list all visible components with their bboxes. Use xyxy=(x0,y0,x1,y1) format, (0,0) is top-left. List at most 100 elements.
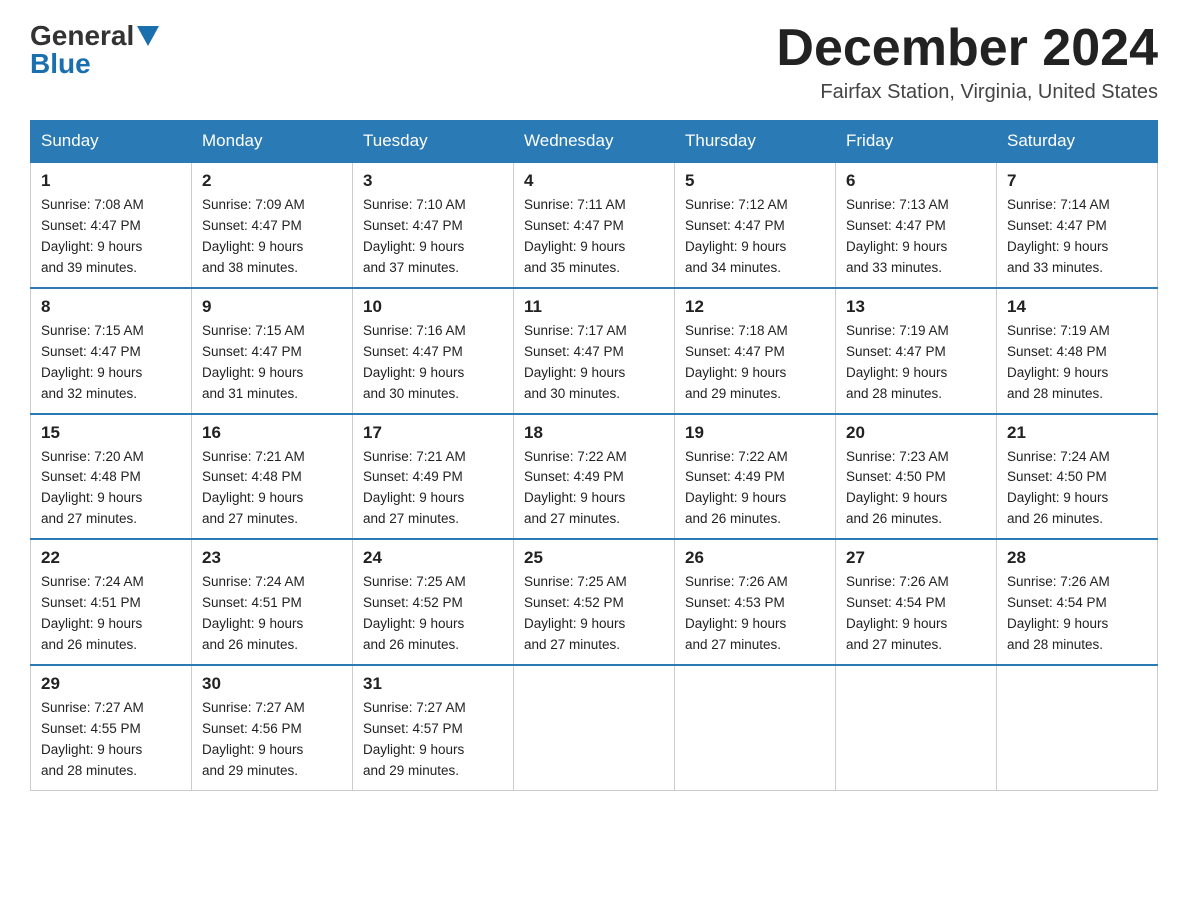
day-info: Sunrise: 7:17 AM Sunset: 4:47 PM Dayligh… xyxy=(524,321,664,405)
header-wednesday: Wednesday xyxy=(514,121,675,163)
calendar-cell: 11 Sunrise: 7:17 AM Sunset: 4:47 PM Dayl… xyxy=(514,288,675,414)
calendar-cell: 18 Sunrise: 7:22 AM Sunset: 4:49 PM Dayl… xyxy=(514,414,675,540)
day-number: 18 xyxy=(524,423,664,443)
calendar-cell: 20 Sunrise: 7:23 AM Sunset: 4:50 PM Dayl… xyxy=(836,414,997,540)
calendar-cell: 6 Sunrise: 7:13 AM Sunset: 4:47 PM Dayli… xyxy=(836,162,997,288)
week-row-3: 15 Sunrise: 7:20 AM Sunset: 4:48 PM Dayl… xyxy=(31,414,1158,540)
week-row-2: 8 Sunrise: 7:15 AM Sunset: 4:47 PM Dayli… xyxy=(31,288,1158,414)
day-info: Sunrise: 7:13 AM Sunset: 4:47 PM Dayligh… xyxy=(846,195,986,279)
day-number: 23 xyxy=(202,548,342,568)
day-info: Sunrise: 7:27 AM Sunset: 4:56 PM Dayligh… xyxy=(202,698,342,782)
day-info: Sunrise: 7:15 AM Sunset: 4:47 PM Dayligh… xyxy=(41,321,181,405)
day-number: 4 xyxy=(524,171,664,191)
day-number: 22 xyxy=(41,548,181,568)
header-thursday: Thursday xyxy=(675,121,836,163)
calendar-cell: 10 Sunrise: 7:16 AM Sunset: 4:47 PM Dayl… xyxy=(353,288,514,414)
header-saturday: Saturday xyxy=(997,121,1158,163)
calendar-cell: 31 Sunrise: 7:27 AM Sunset: 4:57 PM Dayl… xyxy=(353,665,514,790)
day-info: Sunrise: 7:21 AM Sunset: 4:48 PM Dayligh… xyxy=(202,447,342,531)
day-number: 11 xyxy=(524,297,664,317)
day-number: 7 xyxy=(1007,171,1147,191)
day-number: 27 xyxy=(846,548,986,568)
calendar-cell: 29 Sunrise: 7:27 AM Sunset: 4:55 PM Dayl… xyxy=(31,665,192,790)
calendar-cell: 7 Sunrise: 7:14 AM Sunset: 4:47 PM Dayli… xyxy=(997,162,1158,288)
days-header-row: Sunday Monday Tuesday Wednesday Thursday… xyxy=(31,121,1158,163)
day-info: Sunrise: 7:22 AM Sunset: 4:49 PM Dayligh… xyxy=(685,447,825,531)
day-info: Sunrise: 7:24 AM Sunset: 4:51 PM Dayligh… xyxy=(202,572,342,656)
day-info: Sunrise: 7:16 AM Sunset: 4:47 PM Dayligh… xyxy=(363,321,503,405)
day-info: Sunrise: 7:27 AM Sunset: 4:55 PM Dayligh… xyxy=(41,698,181,782)
calendar-cell: 30 Sunrise: 7:27 AM Sunset: 4:56 PM Dayl… xyxy=(192,665,353,790)
calendar-cell: 4 Sunrise: 7:11 AM Sunset: 4:47 PM Dayli… xyxy=(514,162,675,288)
calendar-cell: 2 Sunrise: 7:09 AM Sunset: 4:47 PM Dayli… xyxy=(192,162,353,288)
calendar-cell xyxy=(675,665,836,790)
calendar-cell: 15 Sunrise: 7:20 AM Sunset: 4:48 PM Dayl… xyxy=(31,414,192,540)
page-header: General Blue December 2024 Fairfax Stati… xyxy=(30,20,1158,104)
day-number: 14 xyxy=(1007,297,1147,317)
day-info: Sunrise: 7:27 AM Sunset: 4:57 PM Dayligh… xyxy=(363,698,503,782)
day-number: 26 xyxy=(685,548,825,568)
day-info: Sunrise: 7:11 AM Sunset: 4:47 PM Dayligh… xyxy=(524,195,664,279)
calendar-cell: 23 Sunrise: 7:24 AM Sunset: 4:51 PM Dayl… xyxy=(192,539,353,665)
day-info: Sunrise: 7:19 AM Sunset: 4:48 PM Dayligh… xyxy=(1007,321,1147,405)
calendar-cell: 19 Sunrise: 7:22 AM Sunset: 4:49 PM Dayl… xyxy=(675,414,836,540)
week-row-1: 1 Sunrise: 7:08 AM Sunset: 4:47 PM Dayli… xyxy=(31,162,1158,288)
day-number: 13 xyxy=(846,297,986,317)
day-info: Sunrise: 7:23 AM Sunset: 4:50 PM Dayligh… xyxy=(846,447,986,531)
calendar-cell: 25 Sunrise: 7:25 AM Sunset: 4:52 PM Dayl… xyxy=(514,539,675,665)
month-title: December 2024 xyxy=(776,20,1158,77)
day-number: 12 xyxy=(685,297,825,317)
day-number: 15 xyxy=(41,423,181,443)
calendar-cell: 8 Sunrise: 7:15 AM Sunset: 4:47 PM Dayli… xyxy=(31,288,192,414)
day-info: Sunrise: 7:10 AM Sunset: 4:47 PM Dayligh… xyxy=(363,195,503,279)
logo: General Blue xyxy=(30,20,159,80)
day-info: Sunrise: 7:25 AM Sunset: 4:52 PM Dayligh… xyxy=(363,572,503,656)
day-info: Sunrise: 7:09 AM Sunset: 4:47 PM Dayligh… xyxy=(202,195,342,279)
calendar-cell: 1 Sunrise: 7:08 AM Sunset: 4:47 PM Dayli… xyxy=(31,162,192,288)
day-number: 30 xyxy=(202,674,342,694)
calendar-cell: 14 Sunrise: 7:19 AM Sunset: 4:48 PM Dayl… xyxy=(997,288,1158,414)
day-number: 8 xyxy=(41,297,181,317)
calendar-cell: 26 Sunrise: 7:26 AM Sunset: 4:53 PM Dayl… xyxy=(675,539,836,665)
day-info: Sunrise: 7:26 AM Sunset: 4:54 PM Dayligh… xyxy=(1007,572,1147,656)
day-number: 10 xyxy=(363,297,503,317)
day-number: 21 xyxy=(1007,423,1147,443)
header-monday: Monday xyxy=(192,121,353,163)
calendar-cell xyxy=(514,665,675,790)
calendar-cell: 22 Sunrise: 7:24 AM Sunset: 4:51 PM Dayl… xyxy=(31,539,192,665)
calendar-cell: 24 Sunrise: 7:25 AM Sunset: 4:52 PM Dayl… xyxy=(353,539,514,665)
day-number: 6 xyxy=(846,171,986,191)
day-info: Sunrise: 7:26 AM Sunset: 4:53 PM Dayligh… xyxy=(685,572,825,656)
day-number: 5 xyxy=(685,171,825,191)
day-info: Sunrise: 7:08 AM Sunset: 4:47 PM Dayligh… xyxy=(41,195,181,279)
day-number: 19 xyxy=(685,423,825,443)
calendar-cell: 17 Sunrise: 7:21 AM Sunset: 4:49 PM Dayl… xyxy=(353,414,514,540)
day-number: 29 xyxy=(41,674,181,694)
calendar-cell xyxy=(836,665,997,790)
day-number: 9 xyxy=(202,297,342,317)
header-tuesday: Tuesday xyxy=(353,121,514,163)
day-number: 20 xyxy=(846,423,986,443)
day-info: Sunrise: 7:19 AM Sunset: 4:47 PM Dayligh… xyxy=(846,321,986,405)
calendar-cell: 21 Sunrise: 7:24 AM Sunset: 4:50 PM Dayl… xyxy=(997,414,1158,540)
day-number: 31 xyxy=(363,674,503,694)
day-number: 28 xyxy=(1007,548,1147,568)
week-row-5: 29 Sunrise: 7:27 AM Sunset: 4:55 PM Dayl… xyxy=(31,665,1158,790)
calendar-cell: 13 Sunrise: 7:19 AM Sunset: 4:47 PM Dayl… xyxy=(836,288,997,414)
day-info: Sunrise: 7:22 AM Sunset: 4:49 PM Dayligh… xyxy=(524,447,664,531)
title-area: December 2024 Fairfax Station, Virginia,… xyxy=(776,20,1158,104)
day-number: 24 xyxy=(363,548,503,568)
day-number: 25 xyxy=(524,548,664,568)
calendar-cell: 9 Sunrise: 7:15 AM Sunset: 4:47 PM Dayli… xyxy=(192,288,353,414)
day-info: Sunrise: 7:24 AM Sunset: 4:51 PM Dayligh… xyxy=(41,572,181,656)
day-info: Sunrise: 7:12 AM Sunset: 4:47 PM Dayligh… xyxy=(685,195,825,279)
logo-blue: Blue xyxy=(30,48,91,80)
day-info: Sunrise: 7:20 AM Sunset: 4:48 PM Dayligh… xyxy=(41,447,181,531)
day-info: Sunrise: 7:14 AM Sunset: 4:47 PM Dayligh… xyxy=(1007,195,1147,279)
calendar-cell: 27 Sunrise: 7:26 AM Sunset: 4:54 PM Dayl… xyxy=(836,539,997,665)
day-info: Sunrise: 7:21 AM Sunset: 4:49 PM Dayligh… xyxy=(363,447,503,531)
header-sunday: Sunday xyxy=(31,121,192,163)
calendar-cell: 16 Sunrise: 7:21 AM Sunset: 4:48 PM Dayl… xyxy=(192,414,353,540)
calendar-table: Sunday Monday Tuesday Wednesday Thursday… xyxy=(30,120,1158,790)
day-info: Sunrise: 7:24 AM Sunset: 4:50 PM Dayligh… xyxy=(1007,447,1147,531)
